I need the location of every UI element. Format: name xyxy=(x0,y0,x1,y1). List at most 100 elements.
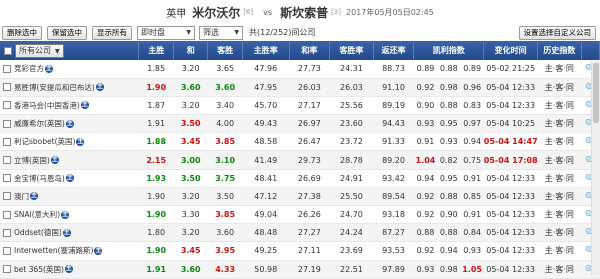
history-links[interactable]: 主·客·同 xyxy=(537,132,582,152)
pin-badge-icon[interactable]: 主 xyxy=(64,265,73,274)
change-time: 05-04 10:25 xyxy=(483,114,538,134)
row-checkbox[interactable] xyxy=(3,210,11,219)
kelly-away: 1.05 xyxy=(460,260,484,279)
change-time: 05-02 21:25 xyxy=(483,60,538,79)
row-checkbox[interactable] xyxy=(3,64,11,73)
away-team[interactable]: 斯坎索普 xyxy=(280,4,328,21)
company-name[interactable]: Interwetten(塞浦路斯) xyxy=(14,246,93,255)
filter-select[interactable]: 筛选 ▼ xyxy=(199,25,243,40)
kelly-home: 0.91 xyxy=(413,132,438,152)
row-checkbox[interactable] xyxy=(3,137,11,146)
company-name[interactable]: 金宝博(马恩岛) xyxy=(14,174,65,183)
away-odds: 3.75 xyxy=(207,169,243,188)
company-cell: 威廉希尔(英国) 主 xyxy=(0,114,139,134)
table-header-row: 所有公司 ▼ 主胜 和 客胜 主胜率 和率 客胜率 返还率 凯利指数 变化时间 历… xyxy=(0,41,600,60)
company-name[interactable]: Oddset(德国) xyxy=(14,228,62,237)
history-links[interactable]: 主·客·同 xyxy=(537,78,582,97)
row-checkbox[interactable] xyxy=(3,174,11,183)
history-links[interactable]: 主·客·同 xyxy=(537,187,582,207)
company-cell: 立博(英国) 主 xyxy=(0,150,139,170)
row-checkbox[interactable] xyxy=(3,265,11,274)
return-rate: 93.42 xyxy=(373,169,414,188)
vertical-scrollbar[interactable] xyxy=(591,61,600,275)
home-team[interactable]: 米尔沃尔 xyxy=(192,4,240,21)
pin-badge-icon[interactable]: 主 xyxy=(65,119,74,128)
pin-badge-icon[interactable]: 主 xyxy=(45,64,53,73)
away-rate: 23.72 xyxy=(329,132,374,152)
row-checkbox[interactable] xyxy=(3,228,11,237)
pin-badge-icon[interactable]: 主 xyxy=(95,83,104,92)
history-links[interactable]: 主·客·同 xyxy=(537,223,582,243)
pin-badge-icon[interactable]: 主 xyxy=(76,137,85,146)
scrollbar-thumb[interactable] xyxy=(593,63,599,123)
table-row[interactable]: 易胜博(安提瓜和巴布达) 主 1.90 3.60 3.60 47.95 26.03… xyxy=(0,78,600,97)
change-time: 05-04 17:08 xyxy=(483,150,538,170)
pin-badge-icon[interactable]: 主 xyxy=(30,192,38,201)
select-all-checkbox[interactable] xyxy=(4,46,12,55)
draw-odds: 3.20 xyxy=(173,187,208,207)
history-links[interactable]: 主·客·同 xyxy=(537,205,582,225)
company-name[interactable]: 立博(英国) xyxy=(14,156,50,165)
history-links[interactable]: 主·客·同 xyxy=(537,241,582,261)
draw-odds: 3.20 xyxy=(173,96,208,116)
row-checkbox[interactable] xyxy=(3,192,11,201)
return-rate-header: 返还率 xyxy=(373,41,415,60)
table-row[interactable]: 竞彩官方主 1.85 3.20 3.65 47.96 27.73 24.31 8… xyxy=(0,60,600,79)
draw-odds: 3.50 xyxy=(173,169,208,188)
home-rank: [6] xyxy=(243,8,254,16)
company-name[interactable]: 竞彩官方 xyxy=(14,64,44,73)
filter-select-value: 筛选 xyxy=(203,27,219,37)
company-name[interactable]: 利记sbobet(英国) xyxy=(14,137,75,146)
table-row[interactable]: 香港马会(中国香港) 主 1.87 3.20 3.40 45.70 27.17 2… xyxy=(0,96,600,116)
delete-selected-button[interactable]: 删除选中 xyxy=(2,25,42,40)
keep-selected-button[interactable]: 保留选中 xyxy=(47,25,87,40)
company-filter-dropdown[interactable]: 所有公司 ▼ xyxy=(15,43,64,58)
pin-badge-icon[interactable]: 主 xyxy=(65,174,74,183)
market-select[interactable]: 即时盘 ▼ xyxy=(137,25,195,40)
row-checkbox[interactable] xyxy=(3,156,11,165)
table-row[interactable]: 澳门主 1.90 3.20 3.50 47.12 27.38 25.50 89.… xyxy=(0,187,600,207)
table-row[interactable]: bet 365(英国) 主 1.91 3.60 4.33 50.98 27.19 … xyxy=(0,260,600,279)
table-row[interactable]: SNAI(意大利) 主 1.90 3.30 3.85 49.04 26.26 24… xyxy=(0,205,600,225)
company-name[interactable]: 香港马会(中国香港) xyxy=(14,101,80,110)
row-checkbox[interactable] xyxy=(3,101,11,110)
company-name[interactable]: 易胜博(安提瓜和巴布达) xyxy=(14,83,95,92)
pin-badge-icon[interactable]: 主 xyxy=(50,156,59,165)
change-time: 05-04 12:33 xyxy=(483,169,538,188)
table-row[interactable]: Oddset(德国) 主 1.80 3.20 3.60 48.48 27.27 2… xyxy=(0,223,600,243)
table-row[interactable]: Interwetten(塞浦路斯) 主 1.90 3.45 3.95 49.25 … xyxy=(0,241,600,261)
company-name[interactable]: bet 365(英国) xyxy=(14,265,64,274)
history-links[interactable]: 主·客·同 xyxy=(537,150,582,170)
pin-badge-icon[interactable]: 主 xyxy=(80,101,89,110)
history-links[interactable]: 主·客·同 xyxy=(537,169,582,188)
return-rate: 97.89 xyxy=(373,260,414,279)
chevron-down-icon: ▼ xyxy=(234,28,239,36)
show-all-button[interactable]: 显示所有 xyxy=(92,25,132,40)
row-checkbox[interactable] xyxy=(3,246,11,255)
away-rate: 22.51 xyxy=(329,260,374,279)
away-rate: 24.91 xyxy=(329,169,374,188)
pin-badge-icon[interactable]: 主 xyxy=(94,246,103,255)
history-links[interactable]: 主·客·同 xyxy=(537,260,582,279)
kelly-away: 0.97 xyxy=(460,114,484,134)
home-win-header: 主胜 xyxy=(138,41,174,60)
table-row[interactable]: 金宝博(马恩岛) 主 1.93 3.50 3.75 48.41 26.69 24.… xyxy=(0,169,600,188)
return-rate: 87.27 xyxy=(373,223,414,243)
table-row[interactable]: 利记sbobet(英国) 主 1.88 3.45 3.85 48.58 26.47… xyxy=(0,132,600,152)
custom-companies-button[interactable]: 设置选择自定义公司 xyxy=(518,25,596,40)
history-links[interactable]: 主·客·同 xyxy=(537,96,582,116)
draw-rate: 29.73 xyxy=(289,150,330,170)
pin-badge-icon[interactable]: 主 xyxy=(62,228,71,237)
history-links[interactable]: 主·客·同 xyxy=(537,114,582,134)
row-checkbox[interactable] xyxy=(3,119,11,128)
table-row[interactable]: 威廉希尔(英国) 主 1.91 3.50 4.00 49.43 26.97 23.… xyxy=(0,114,600,134)
company-name[interactable]: SNAI(意大利) xyxy=(14,210,60,219)
table-row[interactable]: 立博(英国) 主 2.15 3.00 3.10 41.49 29.73 28.78… xyxy=(0,150,600,170)
company-name[interactable]: 澳门 xyxy=(14,192,29,201)
home-odds: 2.15 xyxy=(138,150,174,170)
row-checkbox[interactable] xyxy=(3,83,11,92)
draw-odds: 3.20 xyxy=(173,223,208,243)
pin-badge-icon[interactable]: 主 xyxy=(61,210,70,219)
company-name[interactable]: 威廉希尔(英国) xyxy=(14,119,65,128)
history-links[interactable]: 主·客·同 xyxy=(537,60,582,79)
